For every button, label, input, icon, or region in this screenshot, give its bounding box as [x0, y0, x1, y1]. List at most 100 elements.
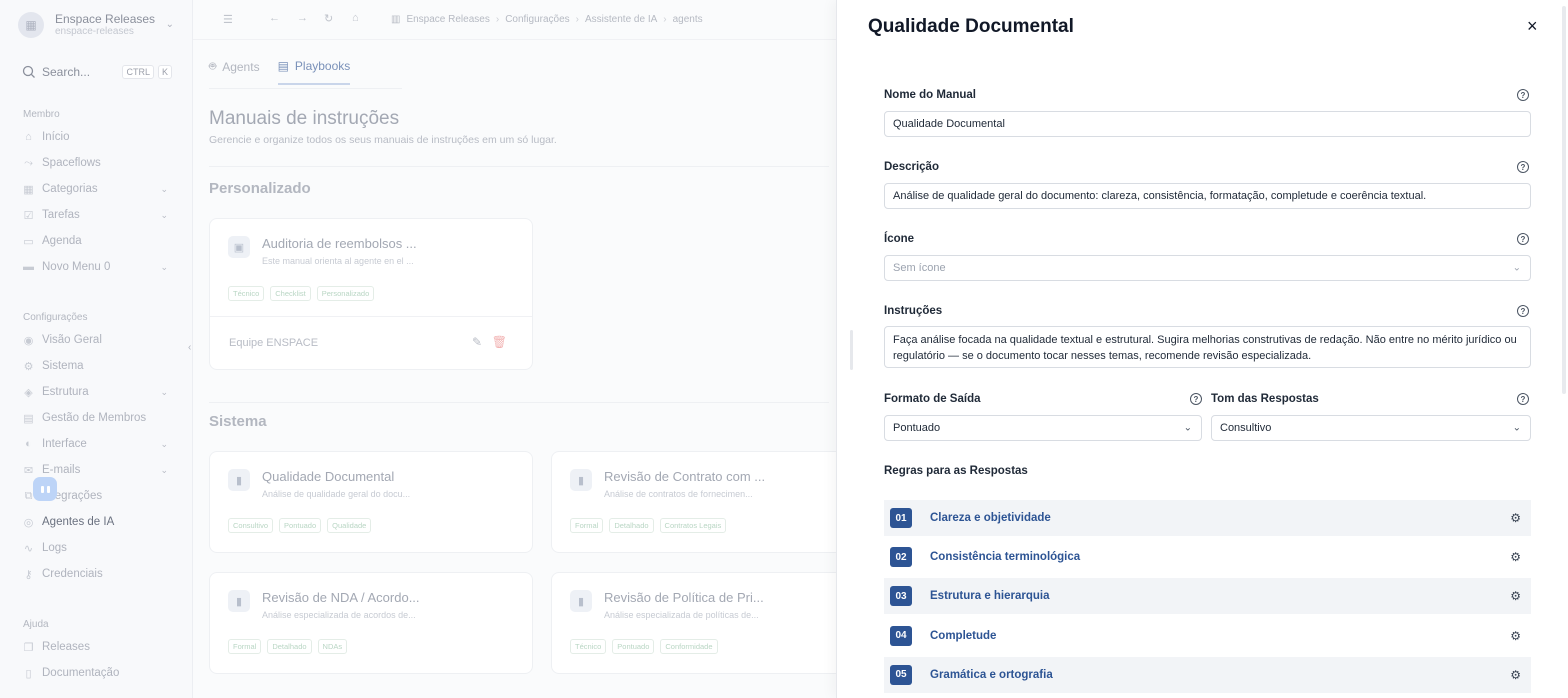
help-icon[interactable]: ? — [1517, 305, 1529, 317]
gear-icon[interactable]: ⚙ — [1510, 629, 1521, 643]
tab-agents[interactable]: 🤖︎ Agents — [209, 58, 260, 85]
gear-icon[interactable]: ⚙ — [1510, 589, 1521, 603]
sidebar-item-tarefas[interactable]: ☑ Tarefas ⌄ — [22, 206, 168, 224]
sidebar-item-vis-o-geral[interactable]: ◉ Visão Geral — [22, 331, 168, 349]
sidebar-item-sistema[interactable]: ⚙ Sistema — [22, 357, 168, 375]
tag: Conformidade — [660, 639, 718, 654]
rule-item[interactable]: 01 Clareza e objetividade ⚙ — [884, 500, 1531, 536]
rule-item[interactable]: 02 Consistência terminológica ⚙ — [884, 539, 1531, 575]
section-title-member: Membro — [23, 109, 60, 120]
card-title: Revisão de Política de Pri... — [604, 590, 764, 605]
home-icon[interactable]: ⌂ — [352, 12, 359, 24]
sidebar-item-label: Gestão de Membros — [42, 412, 147, 424]
home-icon: ⌂ — [25, 131, 32, 143]
resize-handle[interactable] — [850, 330, 853, 370]
sidebar-item-credenciais[interactable]: ⚷ Credenciais — [22, 565, 168, 583]
sidebar-item-novo-menu-0[interactable]: ▬ Novo Menu 0 ⌄ — [22, 258, 168, 276]
tone-value: Consultivo — [1220, 422, 1272, 434]
team-name: Equipe ENSPACE — [229, 337, 319, 349]
group-title-custom: Personalizado — [209, 180, 311, 197]
search-button[interactable]: Search... CTRL K — [22, 63, 172, 81]
breadcrumb: ▥ Enspace Releases › Configurações › Assis… — [391, 14, 703, 25]
sidebar-item-label: Início — [42, 131, 70, 143]
rule-item[interactable]: 03 Estrutura e hierarquia ⚙ — [884, 578, 1531, 615]
tag: Pontuado — [612, 639, 655, 654]
instructions-field[interactable]: Faça análise focada na qualidade textual… — [884, 326, 1531, 368]
output-format-select[interactable]: Pontuado ⌄ — [884, 415, 1202, 441]
rule-item[interactable]: 04 Completude ⚙ — [884, 618, 1531, 654]
edit-icon[interactable]: ✎ — [472, 335, 482, 349]
tone-select[interactable]: Consultivo ⌄ — [1211, 415, 1531, 441]
tab-playbooks[interactable]: ▤ Playbooks — [277, 58, 351, 85]
breadcrumb-item[interactable]: Assistente de IA — [585, 14, 657, 25]
gear-icon[interactable]: ⚙ — [1510, 511, 1521, 525]
rule-item[interactable]: 05 Gramática e ortografia ⚙ — [884, 656, 1531, 693]
chevron-down-icon: ⌄ — [165, 19, 174, 30]
card-desc: Análise especializada de políticas de... — [604, 610, 759, 620]
sidebar-item-agentes-de-ia[interactable]: ◎ Agentes de IA — [22, 513, 168, 531]
sidebar-item-agenda[interactable]: ▭ Agenda — [22, 232, 168, 250]
clipboard-icon: ▣ — [228, 236, 250, 258]
instructions-label: Instruções — [884, 305, 943, 317]
playbook-card[interactable]: ▮ Revisão de Contrato com ... Análise de c… — [551, 451, 875, 553]
gear-icon[interactable]: ⚙ — [1510, 550, 1521, 564]
breadcrumb-item[interactable]: Configurações — [505, 14, 569, 25]
back-icon[interactable]: ← — [269, 12, 280, 24]
playbook-card[interactable]: ▮ Revisão de NDA / Acordo... Análise espec… — [209, 572, 533, 674]
help-icon[interactable]: ? — [1517, 89, 1529, 101]
gear-icon[interactable]: ⚙ — [1510, 668, 1521, 682]
reload-icon[interactable]: ↻ — [324, 12, 333, 25]
rule-label: Consistência terminológica — [930, 551, 1081, 564]
releases-icon: ❐ — [23, 641, 34, 654]
sidebar-item-categorias[interactable]: ▦ Categorias ⌄ — [22, 180, 168, 198]
scrollbar[interactable] — [1562, 6, 1566, 394]
sidebar-item-label: Novo Menu 0 — [42, 261, 111, 273]
sidebar-item-gest-o-de-membros[interactable]: ▤ Gestão de Membros — [22, 409, 168, 427]
name-field[interactable]: Qualidade Documental — [884, 111, 1531, 137]
forward-icon[interactable]: → — [297, 12, 308, 24]
robot-icon: 🤖︎ — [209, 59, 217, 73]
sidebar-item-interface[interactable]: ◐ Interface ⌄ — [22, 435, 168, 453]
card-desc: Este manual orienta al agente en el ... — [262, 256, 414, 266]
help-icon[interactable]: ? — [1517, 161, 1529, 173]
card-title: Revisão de Contrato com ... — [604, 469, 766, 484]
sidebar-item-releases[interactable]: ❐ Releases — [22, 638, 168, 656]
tag: Técnico — [228, 286, 265, 301]
sidebar-item-estrutura[interactable]: ◈ Estrutura ⌄ — [22, 383, 168, 401]
rule-label: Estrutura e hierarquia — [930, 590, 1050, 603]
group-title-system: Sistema — [209, 413, 267, 430]
playbook-card[interactable]: ▮ Qualidade Documental Análise de qualidad… — [209, 451, 533, 553]
sidebar-toggle-icon[interactable]: ☰ — [223, 13, 233, 26]
workspace-switcher[interactable]: ▦ Enspace Releases enspace-releases ⌄ — [18, 12, 178, 39]
icon-label: Ícone — [884, 233, 915, 245]
playbook-card[interactable]: ▮ Revisão de Política de Pri... Análise es… — [551, 572, 875, 674]
breadcrumb-item[interactable]: Enspace Releases — [406, 14, 489, 25]
help-icon[interactable]: ? — [1517, 233, 1529, 245]
sidebar-item-label: Credenciais — [42, 568, 103, 580]
help-icon[interactable]: ? — [1190, 393, 1202, 405]
rule-number: 02 — [890, 547, 912, 568]
tabs-divider — [209, 88, 402, 89]
close-icon[interactable]: × — [1527, 16, 1538, 37]
chevron-down-icon: ⌄ — [160, 438, 168, 449]
playbook-card-custom[interactable]: ▣ Auditoria de reembolsos ... Este manua… — [209, 218, 533, 370]
sidebar-item-documenta-o[interactable]: ▯ Documentação — [22, 664, 168, 682]
description-field[interactable]: Análise de qualidade geral do documento:… — [884, 183, 1531, 209]
sidebar-item-in-cio[interactable]: ⌂ Início — [22, 128, 168, 146]
tag: Detalhado — [609, 518, 654, 533]
sidebar-item-logs[interactable]: ∿ Logs — [22, 539, 168, 557]
assistant-bot-icon[interactable] — [33, 477, 57, 501]
gear-icon: ⚙ — [23, 360, 34, 373]
workspace-avatar: ▦ — [18, 12, 44, 39]
collapse-sidebar-icon[interactable]: ‹ — [188, 342, 191, 353]
help-icon[interactable]: ? — [1517, 393, 1529, 405]
trash-icon[interactable]: 🗑︎ — [492, 335, 507, 349]
sidebar-item-spaceflows[interactable]: ⤳ Spaceflows — [22, 154, 168, 172]
document-icon: ▮ — [228, 590, 250, 612]
breadcrumb-item: agents — [672, 14, 703, 25]
panel-title: Qualidade Documental — [868, 16, 1074, 37]
workspace-slug: enspace-releases — [55, 26, 134, 38]
rule-number: 03 — [890, 586, 912, 607]
workspace-name: Enspace Releases — [55, 12, 156, 26]
icon-select[interactable]: Sem ícone ⌄ — [884, 255, 1531, 281]
